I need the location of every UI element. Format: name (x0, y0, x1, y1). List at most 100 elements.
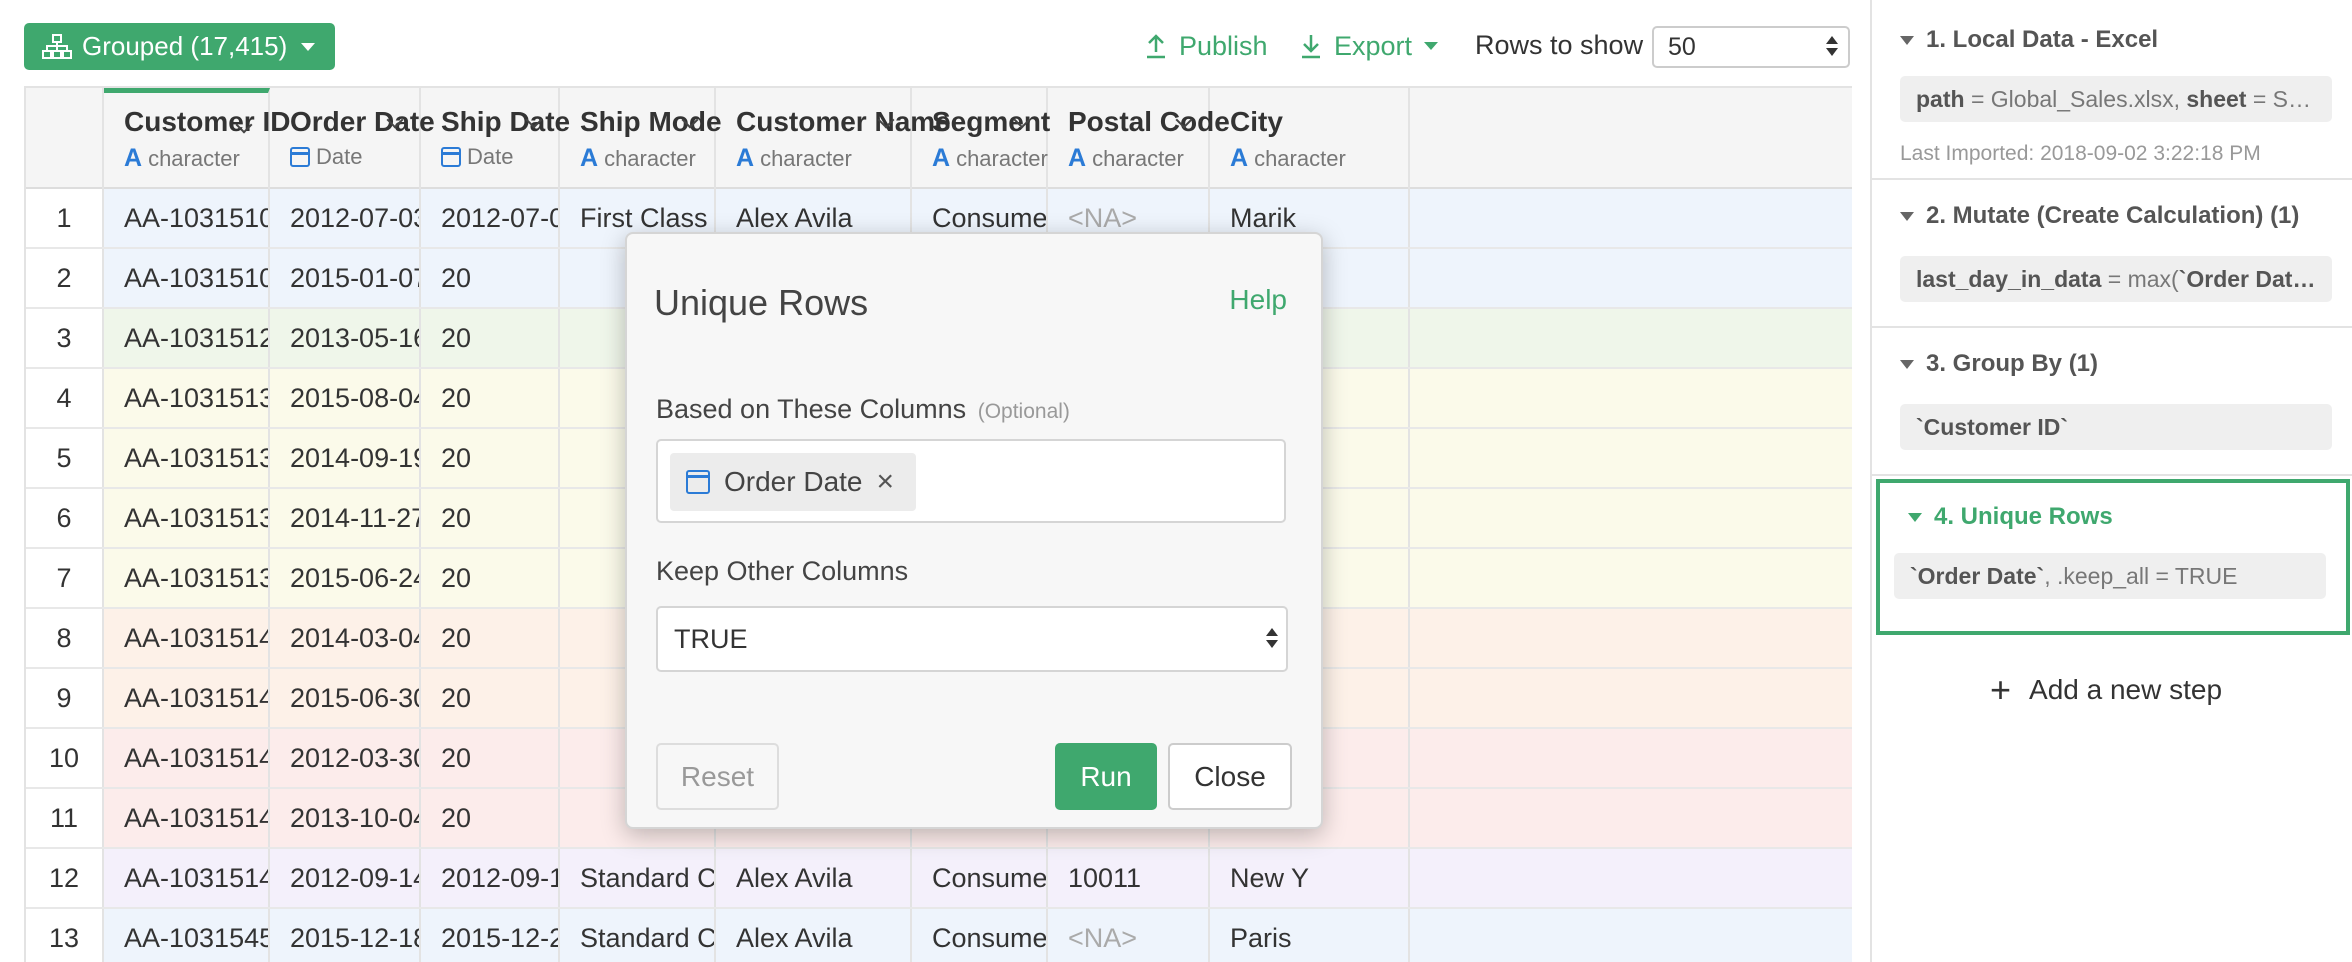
step-title: 1. Local Data - Excel (1900, 26, 2158, 54)
add-step-label: Add a new step (2029, 674, 2223, 705)
help-link[interactable]: Help (1229, 284, 1287, 316)
export-label: Export (1334, 30, 1413, 61)
keep-other-columns-select[interactable]: TRUE (656, 606, 1288, 672)
table-cell: Consumer (912, 849, 1048, 907)
rows-to-show-label: Rows to show (1475, 30, 1644, 60)
character-type-icon: A (1230, 144, 1249, 172)
unique-rows-dialog: Unique Rows Help Based on These Columns … (625, 232, 1323, 829)
step-mutate[interactable]: 2. Mutate (Create Calculation) (1) last_… (1872, 180, 2352, 328)
select-arrows-icon (1266, 628, 1278, 648)
table-cell: AA-103151404 (104, 729, 270, 787)
rows-to-show-select[interactable]: 50 (1652, 26, 1850, 68)
step-group-by[interactable]: 3. Group By (1) `Customer ID` (1872, 328, 2352, 476)
add-new-step-button[interactable]: + Add a new step (1990, 672, 2222, 708)
table-cell: Alex Avila (716, 909, 912, 962)
table-cell: AA-10315120 (104, 309, 270, 367)
row-number: 8 (26, 609, 104, 667)
character-type-icon: A (1068, 144, 1087, 172)
table-header: Customer ID Acharacter Order Date Date Ship … (26, 86, 1852, 189)
steps-panel: 1. Local Data - Excel path = Global_Sale… (1870, 0, 2352, 962)
row-number-header (26, 88, 104, 189)
column-header-ship-mode[interactable]: Ship Mode Acharacter (560, 88, 722, 189)
table-cell: 2015-01-07 (270, 249, 421, 307)
table-cell: 2013-05-16 (270, 309, 421, 367)
table-cell: 20 (421, 429, 560, 487)
publish-button[interactable]: Publish (1145, 28, 1268, 64)
collapse-triangle-icon[interactable] (1900, 35, 1914, 45)
download-icon (1302, 35, 1320, 59)
column-header-order-date[interactable]: Order Date Date (270, 88, 435, 189)
table-cell: 20 (421, 669, 560, 727)
step-local-data-excel[interactable]: 1. Local Data - Excel path = Global_Sale… (1872, 0, 2352, 180)
select-arrows-icon (1826, 36, 1838, 56)
step-title-text: 3. Group By (1) (1926, 350, 2099, 377)
collapse-triangle-icon[interactable] (1900, 211, 1914, 221)
table-cell: Paris (1210, 909, 1410, 962)
hierarchy-icon (42, 33, 72, 59)
table-cell: 20 (421, 549, 560, 607)
columns-selector[interactable]: Order Date × (656, 439, 1286, 523)
step-code: `Customer ID` (1900, 404, 2332, 450)
export-button[interactable]: Export (1300, 28, 1439, 64)
based-on-columns-text: Based on These Columns (656, 394, 967, 424)
close-button[interactable]: Close (1168, 743, 1292, 810)
step-code: path = Global_Sales.xlsx, sheet = S… (1900, 76, 2332, 122)
collapse-triangle-icon[interactable] (1900, 359, 1914, 369)
calendar-icon (686, 470, 710, 494)
table-cell: AA-1031545 (104, 909, 270, 962)
column-header-postal-code[interactable]: Postal Code Acharacter (1048, 88, 1230, 189)
column-header-customer-id[interactable]: Customer ID Acharacter (104, 88, 290, 189)
column-name: Segment (932, 106, 1051, 137)
run-button[interactable]: Run (1055, 743, 1157, 810)
table-cell: 2012-07-03 (270, 189, 421, 247)
character-type-icon: A (580, 144, 599, 172)
grouped-button[interactable]: Grouped (17,415) (24, 23, 336, 70)
remove-chip-icon[interactable]: × (877, 465, 895, 499)
chip-label: Order Date (724, 466, 863, 497)
row-number: 13 (26, 909, 104, 962)
table-cell: Consumer (912, 909, 1048, 962)
table-cell: New Y (1210, 849, 1410, 907)
step-code: `Order Date`, .keep_all = TRUE (1894, 553, 2326, 599)
grouped-label: Grouped (17,415) (82, 31, 288, 61)
column-chip-order-date: Order Date × (670, 453, 917, 511)
column-header-segment[interactable]: Segment Acharacter (912, 88, 1051, 189)
row-number: 7 (26, 549, 104, 607)
table-cell: AA-10315139 (104, 489, 270, 547)
row-number: 12 (26, 849, 104, 907)
step-unique-rows[interactable]: 4. Unique Rows `Order Date`, .keep_all =… (1876, 479, 2350, 635)
character-type-icon: A (124, 144, 143, 172)
dialog-title: Unique Rows (654, 282, 869, 323)
table-cell: Standard Class (560, 849, 716, 907)
upload-icon (1147, 34, 1165, 59)
table-cell: 20 (421, 609, 560, 667)
reset-button[interactable]: Reset (656, 743, 779, 810)
column-type: Acharacter (932, 144, 1048, 172)
plus-icon: + (1990, 669, 2012, 710)
column-header-customer-name[interactable]: Customer Name Acharacter (716, 88, 951, 189)
column-header-ship-date[interactable]: Ship Date Date (421, 88, 570, 189)
column-header-city[interactable]: City Acharacter (1210, 88, 1410, 189)
optional-hint: (Optional) (977, 400, 1070, 423)
table-cell: 20 (421, 789, 560, 847)
based-on-columns-label: Based on These Columns (Optional) (656, 394, 1070, 425)
row-number: 3 (26, 309, 104, 367)
table-cell: 2014-11-27 (270, 489, 421, 547)
table-cell: 2012-09-14 (270, 849, 421, 907)
table-cell: 20 (421, 489, 560, 547)
table-cell: Standard Class (560, 909, 716, 962)
table-cell: AA-10315139 (104, 369, 270, 427)
step-title: 2. Mutate (Create Calculation) (1) (1900, 202, 2299, 230)
column-type: Acharacter (124, 144, 240, 172)
collapse-triangle-icon[interactable] (1908, 512, 1922, 522)
table-cell: AA-103151402 (104, 609, 270, 667)
table-row: 12AA-1031514062012-09-142012-09-19Standa… (26, 849, 1852, 909)
column-type: Acharacter (736, 144, 852, 172)
table-cell: 2012-09-19 (421, 849, 560, 907)
row-number: 9 (26, 669, 104, 727)
table-cell: 20 (421, 729, 560, 787)
table-cell: 2014-09-19 (270, 429, 421, 487)
column-type: Acharacter (580, 144, 696, 172)
keep-other-columns-value: TRUE (674, 623, 748, 654)
table-cell: 2015-06-24 (270, 549, 421, 607)
